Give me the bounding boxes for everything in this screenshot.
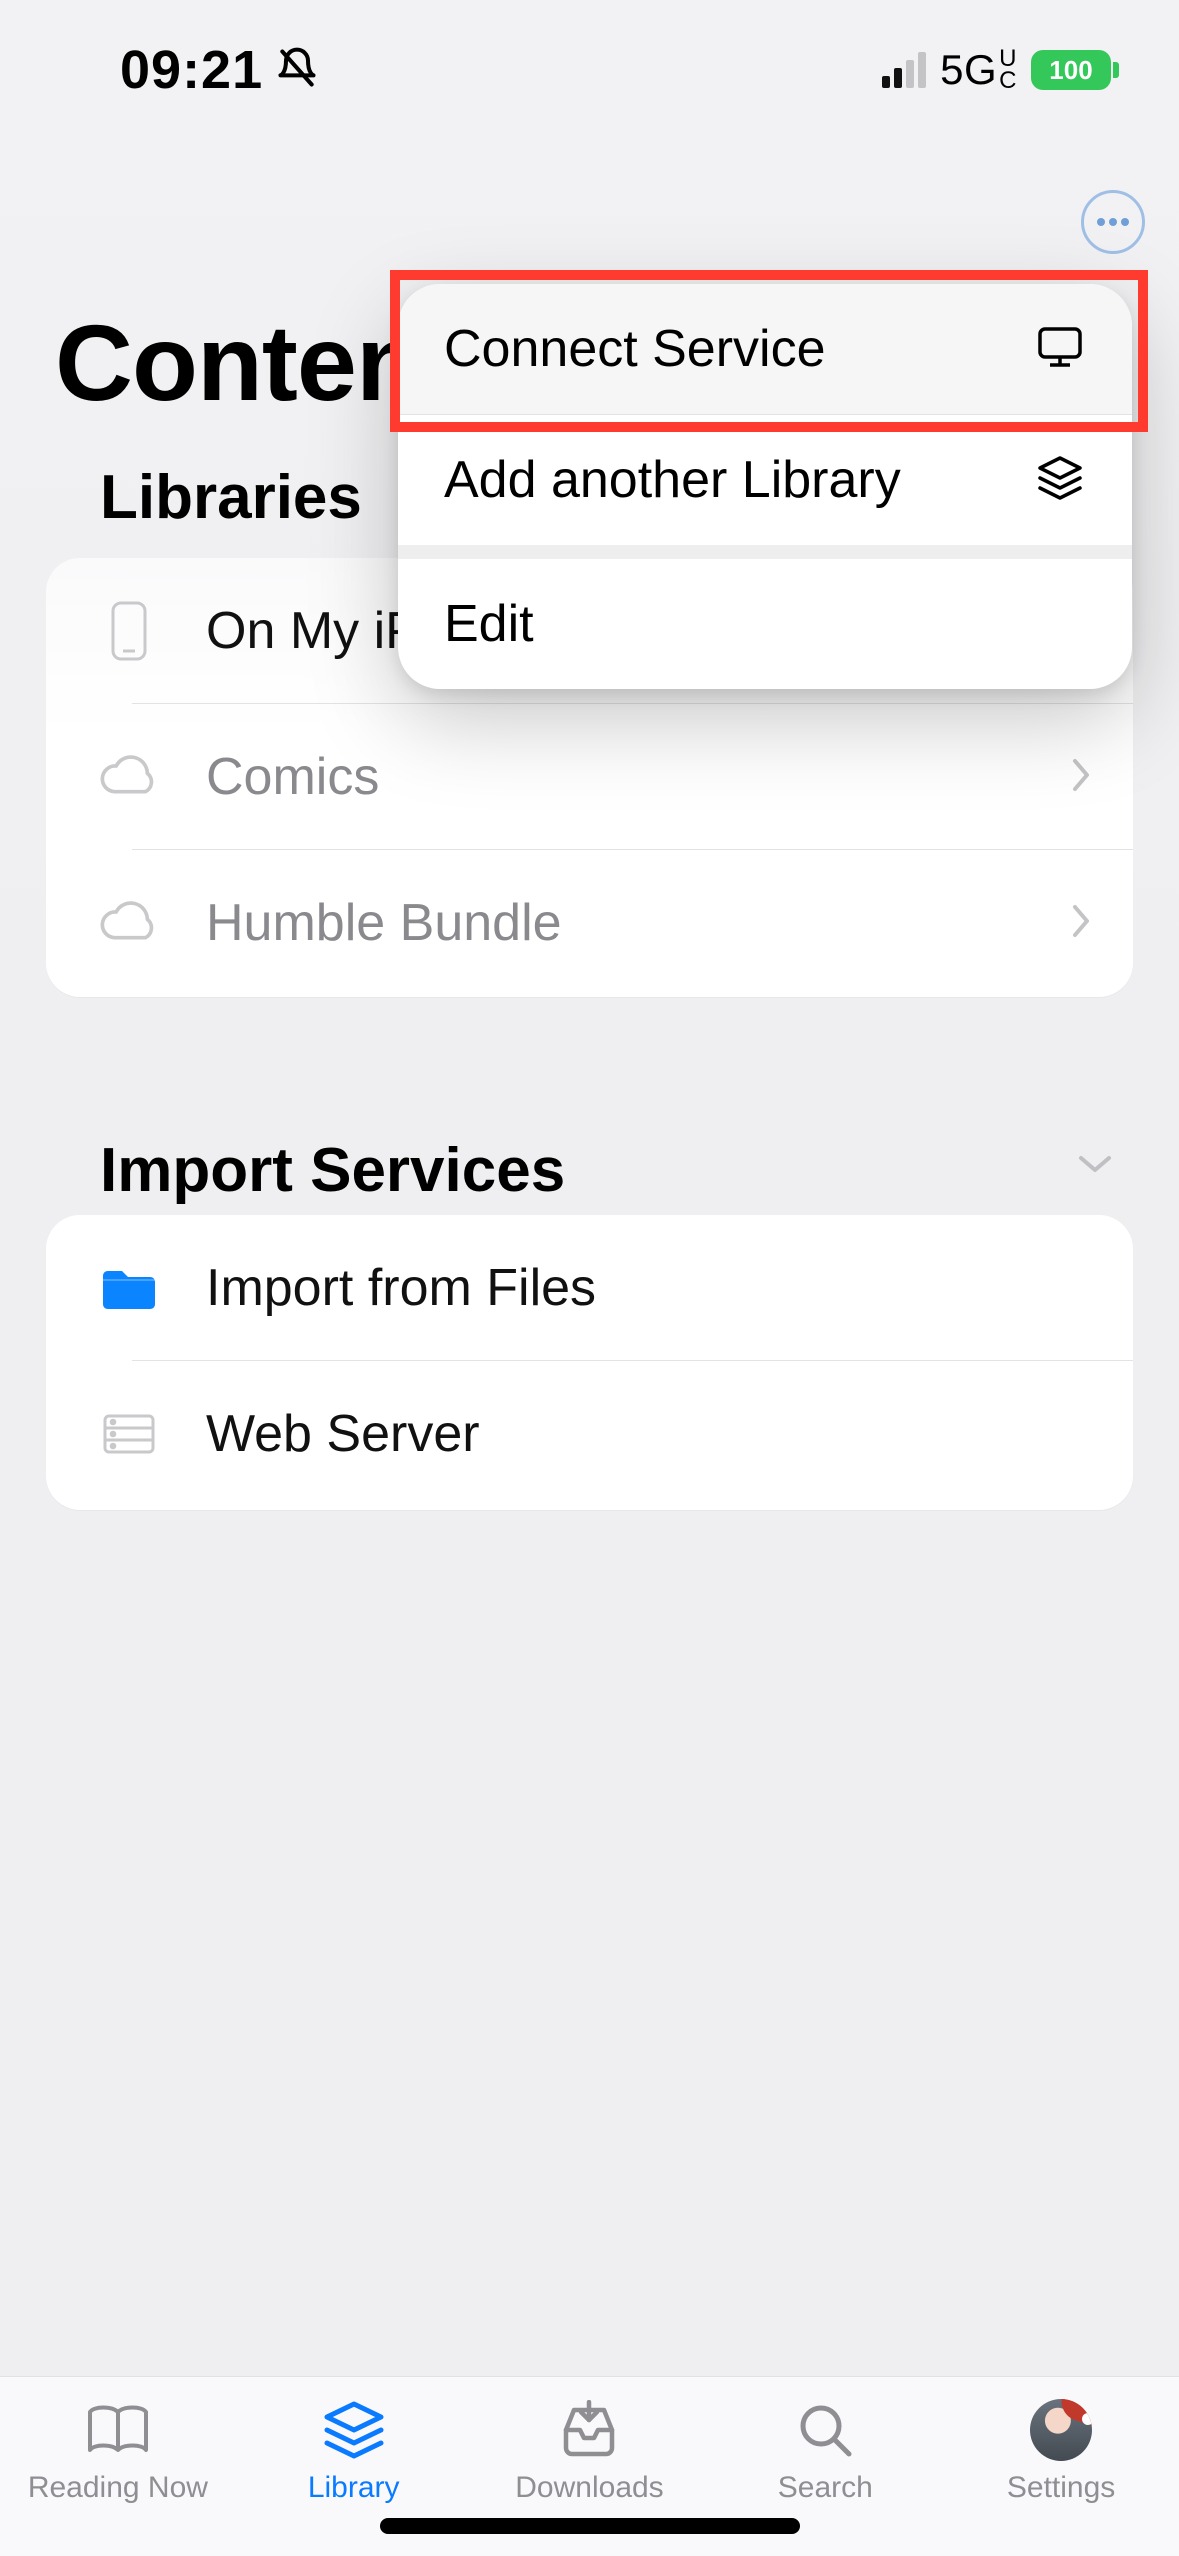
import-section-header[interactable]: Import Services bbox=[100, 1135, 565, 1206]
stack-icon bbox=[321, 2399, 387, 2461]
tab-search[interactable]: Search bbox=[725, 2399, 925, 2505]
tab-reading-now[interactable]: Reading Now bbox=[18, 2399, 218, 2505]
tab-label: Settings bbox=[1007, 2471, 1115, 2505]
tab-label: Library bbox=[308, 2471, 400, 2505]
menu-item-edit[interactable]: Edit bbox=[398, 559, 1132, 689]
more-button[interactable] bbox=[1081, 190, 1145, 254]
library-row-label: Humble Bundle bbox=[206, 893, 562, 953]
tab-settings[interactable]: Settings bbox=[961, 2399, 1161, 2505]
chevron-right-icon bbox=[1071, 757, 1093, 798]
network-label: 5G U C bbox=[940, 46, 1017, 94]
chevron-right-icon bbox=[1071, 903, 1093, 944]
ellipsis-icon bbox=[1095, 216, 1131, 228]
menu-item-connect-service[interactable]: Connect Service bbox=[398, 284, 1132, 414]
tab-library[interactable]: Library bbox=[254, 2399, 454, 2505]
search-icon bbox=[795, 2399, 855, 2461]
import-row-files[interactable]: Import from Files bbox=[46, 1215, 1133, 1361]
import-row-label: Import from Files bbox=[206, 1258, 596, 1318]
context-menu: Connect Service Add another Library bbox=[398, 284, 1132, 689]
menu-item-label: Edit bbox=[444, 594, 534, 654]
page-title: Content bbox=[55, 300, 456, 425]
library-row-humble-bundle[interactable]: Humble Bundle bbox=[46, 850, 1133, 996]
import-row-label: Web Server bbox=[206, 1404, 480, 1464]
cloud-icon bbox=[96, 753, 162, 801]
status-right: 5G U C 100 bbox=[882, 46, 1119, 94]
chevron-down-icon[interactable] bbox=[1075, 1152, 1115, 1183]
silent-icon bbox=[275, 46, 319, 95]
tab-label: Downloads bbox=[515, 2471, 663, 2505]
home-indicator bbox=[380, 2518, 800, 2534]
avatar-icon bbox=[1030, 2399, 1092, 2461]
menu-item-label: Connect Service bbox=[444, 319, 826, 379]
menu-item-label: Add another Library bbox=[444, 450, 901, 510]
tab-downloads[interactable]: Downloads bbox=[489, 2399, 689, 2505]
library-row-comics[interactable]: Comics bbox=[46, 704, 1133, 850]
libraries-section-header: Libraries bbox=[100, 462, 362, 533]
import-card: Import from Files Web Server bbox=[46, 1215, 1133, 1510]
signal-icon bbox=[882, 52, 926, 88]
stack-icon bbox=[1034, 452, 1086, 509]
book-icon bbox=[82, 2399, 154, 2461]
device-icon bbox=[96, 599, 162, 663]
folder-icon bbox=[96, 1264, 162, 1312]
tab-label: Reading Now bbox=[28, 2471, 208, 2505]
menu-item-add-library[interactable]: Add another Library bbox=[398, 415, 1132, 545]
tab-label: Search bbox=[778, 2471, 873, 2505]
status-left: 09:21 bbox=[120, 39, 319, 101]
library-row-label: Comics bbox=[206, 747, 379, 807]
screen: 09:21 5G U C bbox=[0, 0, 1179, 2556]
server-icon bbox=[96, 1410, 162, 1458]
inbox-icon bbox=[556, 2399, 622, 2461]
cloud-icon bbox=[96, 899, 162, 947]
battery-icon: 100 bbox=[1031, 50, 1119, 90]
monitor-icon bbox=[1034, 323, 1086, 376]
status-bar: 09:21 5G U C bbox=[0, 0, 1179, 140]
status-time: 09:21 bbox=[120, 39, 263, 101]
import-row-webserver[interactable]: Web Server bbox=[46, 1361, 1133, 1507]
